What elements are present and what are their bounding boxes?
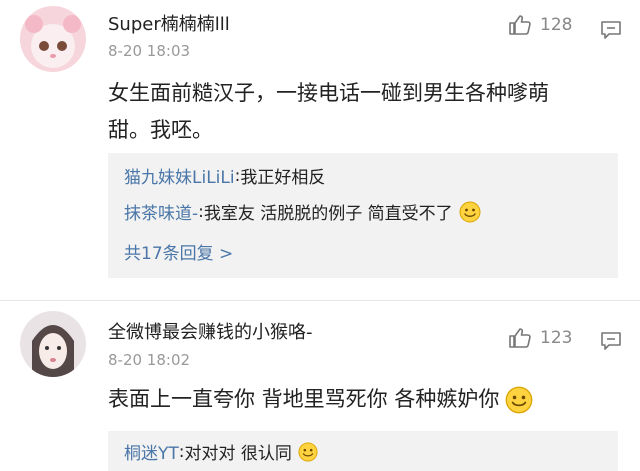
smiley-emoji-icon: [505, 386, 533, 413]
comment-text-line: 女生面前糙汉子，一接电话一碰到男生各种嗲萌: [108, 81, 549, 105]
timestamp: 8-20 18:02: [108, 351, 191, 369]
reply-item: 猫九妹妹LiLiLi : 我正好相反: [124, 163, 326, 189]
comment-icon: [601, 21, 621, 39]
reply-author[interactable]: 桐迷YT: [124, 439, 179, 464]
reply-text: 对对对 很认同: [184, 444, 292, 464]
like-count: 123: [540, 328, 573, 348]
reply-text: 我室友 活脱脱的例子 简直受不了: [203, 204, 453, 224]
comment-card: 全微博最会赚钱的小猴咯- 8-20 18:02 123 表面上一直夸你 背地里骂…: [0, 301, 640, 471]
reply-box: 猫九妹妹LiLiLi : 我正好相反 抹茶味道- : 我室友 活脱脱的例子 简直…: [108, 153, 618, 278]
reply-button[interactable]: [600, 20, 622, 40]
reply-author[interactable]: 猫九妹妹LiLiLi: [124, 163, 235, 188]
comment-text-line: 甜。我呸。: [108, 118, 213, 142]
thumbs-up-icon: [509, 328, 531, 348]
avatar[interactable]: [20, 311, 86, 377]
reply-author[interactable]: 抹茶味道-: [124, 199, 198, 224]
smiley-emoji-icon: [459, 201, 481, 222]
like-count: 128: [540, 15, 573, 35]
comment-text-content: 表面上一直夸你 背地里骂死你 各种嫉妒你: [108, 387, 500, 411]
reply-item: 抹茶味道- : 我室友 活脱脱的例子 简直受不了: [124, 199, 481, 224]
like-button[interactable]: 123: [508, 327, 572, 349]
comment-card: Super楠楠楠lll 8-20 18:03 128 女生面前糙汉子，一接电话一…: [0, 0, 640, 300]
comment-text: 女生面前糙汉子，一接电话一碰到男生各种嗲萌 甜。我呸。: [108, 75, 618, 149]
smiley-emoji-icon: [298, 441, 318, 462]
reply-button[interactable]: [600, 331, 622, 351]
reply-text: 我正好相反: [240, 168, 326, 188]
comment-text-line: 表面上一直夸你 背地里骂死你 各种嫉妒你: [108, 381, 618, 418]
timestamp: 8-20 18:03: [108, 42, 191, 60]
avatar[interactable]: [20, 6, 86, 72]
comment-text: 表面上一直夸你 背地里骂死你 各种嫉妒你: [108, 381, 618, 418]
thumbs-up-icon: [509, 15, 531, 35]
reply-box: 桐迷YT : 对对对 很认同: [108, 431, 618, 471]
more-replies-link[interactable]: 共17条回复 >: [124, 239, 233, 264]
username[interactable]: 全微博最会赚钱的小猴咯-: [108, 318, 313, 344]
username[interactable]: Super楠楠楠lll: [108, 10, 230, 36]
reply-item: 桐迷YT : 对对对 很认同: [124, 439, 318, 464]
comment-icon: [601, 332, 621, 350]
like-button[interactable]: 128: [508, 14, 572, 36]
